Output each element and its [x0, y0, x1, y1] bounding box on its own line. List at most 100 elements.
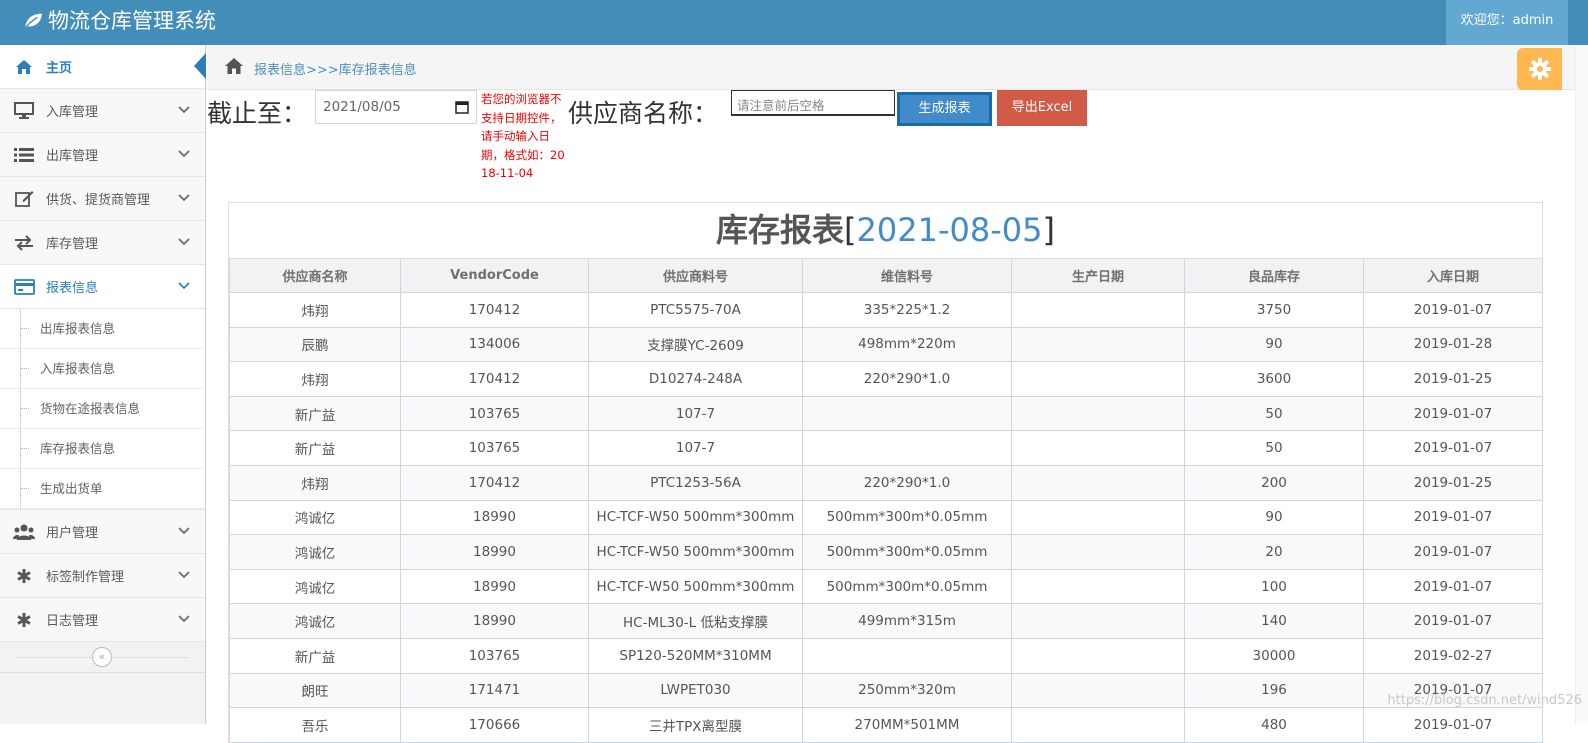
table-cell: 2019-01-25: [1363, 361, 1543, 397]
sidebar-item-supplier[interactable]: 供货、提货商管理: [0, 177, 205, 221]
submenu-item-in-transit-report[interactable]: 货物在途报表信息: [0, 389, 205, 429]
chevron-down-icon: [178, 571, 190, 579]
sidebar-item-label: 日志管理: [46, 614, 99, 629]
table-cell: 107-7: [588, 395, 803, 432]
table-cell: [1011, 326, 1185, 363]
leaf-icon: [24, 13, 42, 29]
sidebar-item-inventory[interactable]: 库存管理: [0, 221, 205, 265]
table-cell: 新广益: [229, 430, 401, 466]
table-cell: 2019-01-07: [1363, 603, 1543, 639]
page-scrollbar[interactable]: [1575, 45, 1588, 724]
sidebar-item-home[interactable]: 主页: [0, 45, 206, 89]
table-row: 鸿诚亿 18990 HC-TCF-W50 500mm*300mm 500mm*300m…: [229, 568, 1543, 605]
export-excel-button[interactable]: 导出Excel: [997, 90, 1087, 126]
table-cell: [1011, 361, 1185, 397]
table-cell: 30000: [1184, 637, 1364, 674]
table-row: 新广益 103765 SP120-520MM*310MM 30000 2019-02-2…: [229, 637, 1543, 674]
submenu-item-inventory-report[interactable]: 库存报表信息: [0, 429, 205, 469]
table-cell: 炜翔: [229, 292, 401, 328]
date-input[interactable]: 2021/08/05: [315, 90, 477, 124]
column-header: 入库日期: [1363, 259, 1543, 293]
table-cell: 2019-01-07: [1363, 707, 1543, 743]
list-icon: [13, 146, 35, 164]
date-input-value: 2021/08/05: [323, 99, 401, 115]
table-cell: 270MM*501MM: [802, 707, 1012, 743]
table-row: 朗旺 171471 LWPET030 250mm*320m 196 2019-01-07: [229, 672, 1543, 709]
table-cell: 200: [1184, 464, 1364, 501]
table-cell: 170412: [400, 464, 589, 501]
table-cell: [802, 430, 1012, 466]
table-cell: 100: [1184, 568, 1364, 605]
table-cell: 支撑膜YC-2609: [588, 326, 803, 363]
table-cell: [802, 637, 1012, 674]
desktop-icon: [13, 102, 35, 120]
table-cell: 171471: [400, 672, 589, 709]
report-title-bracket-close: ]: [1042, 211, 1055, 249]
date-label: 截止至：: [207, 99, 308, 128]
sidebar-item-logs[interactable]: 日志管理: [0, 598, 205, 642]
table-cell: 103765: [400, 395, 589, 432]
sidebar-item-label: 报表信息: [46, 281, 99, 296]
table-cell: PTC5575-70A: [588, 292, 803, 328]
table-cell: 3750: [1184, 292, 1364, 328]
submenu-item-shipping-order[interactable]: 生成出货单: [0, 469, 205, 509]
reports-submenu: 出库报表信息 入库报表信息 货物在途报表信息 库存报表信息 生成出货单: [0, 309, 205, 510]
table-cell: 250mm*320m: [802, 672, 1012, 709]
breadcrumb-path[interactable]: 报表信息>>>库存报表信息: [254, 59, 417, 78]
sidebar: 主页 入库管理 出库管理 供货、提货商管理 库存管理 报表信息 出库报表信息 入…: [0, 45, 206, 724]
sidebar-item-labels[interactable]: 标签制作管理: [0, 554, 205, 598]
top-navbar: 物流仓库管理系统 欢迎您：admin: [0, 0, 1588, 45]
home-icon[interactable]: [224, 57, 244, 75]
table-cell: HC-TCF-W50 500mm*300mm: [588, 534, 803, 570]
table-cell: 18990: [400, 568, 589, 605]
table-cell: 辰鹏: [229, 326, 401, 363]
sidebar-collapse-button[interactable]: «: [92, 647, 112, 667]
table-cell: [1011, 292, 1185, 328]
watermark: https://blog.csdn.net/wind526: [1387, 693, 1582, 708]
sidebar-item-reports[interactable]: 报表信息: [0, 265, 205, 309]
table-cell: 新广益: [229, 395, 401, 432]
table-cell: 498mm*220m: [802, 326, 1012, 363]
table-cell: 18990: [400, 534, 589, 570]
table-cell: 170666: [400, 707, 589, 743]
calendar-icon[interactable]: [455, 100, 469, 114]
vendor-label: 供应商名称：: [568, 99, 719, 128]
sidebar-collapse-bar: «: [0, 642, 205, 673]
table-cell: 3600: [1184, 361, 1364, 397]
column-header: 维信料号: [802, 259, 1012, 293]
sidebar-item-outbound[interactable]: 出库管理: [0, 133, 205, 177]
table-cell: 50: [1184, 395, 1364, 432]
table-cell: [1011, 464, 1185, 501]
table-cell: 炜翔: [229, 464, 401, 501]
sidebar-item-label: 供货、提货商管理: [46, 193, 151, 208]
table-cell: 103765: [400, 637, 589, 674]
submenu-item-outbound-report[interactable]: 出库报表信息: [0, 309, 205, 349]
sidebar-item-inbound[interactable]: 入库管理: [0, 89, 205, 133]
column-header: VendorCode: [400, 259, 589, 293]
settings-button[interactable]: [1517, 48, 1562, 90]
table-cell: 480: [1184, 707, 1364, 743]
table-row: 鸿诚亿 18990 HC-TCF-W50 500mm*300mm 500mm*300m…: [229, 499, 1543, 536]
table-cell: 鸿诚亿: [229, 603, 401, 639]
generate-report-button[interactable]: 生成报表: [897, 92, 992, 126]
app-brand[interactable]: 物流仓库管理系统: [22, 0, 216, 45]
vendor-name-input[interactable]: 请注意前后空格: [731, 90, 895, 116]
table-cell: 50: [1184, 430, 1364, 466]
submenu-item-inbound-report[interactable]: 入库报表信息: [0, 349, 205, 389]
table-cell: 90: [1184, 326, 1364, 363]
table-cell: 鸿诚亿: [229, 499, 401, 536]
user-welcome-menu[interactable]: 欢迎您：admin: [1446, 0, 1568, 45]
table-cell: [1011, 430, 1185, 466]
users-icon: [13, 523, 35, 541]
report-title: 库存报表[2021-08-05]: [229, 203, 1542, 259]
sidebar-item-users[interactable]: 用户管理: [0, 510, 205, 554]
table-row: 吾乐 170666 三井TPX离型膜 270MM*501MM 480 2019-01-07: [229, 707, 1543, 743]
table-cell: [1011, 637, 1185, 674]
table-cell: 鸿诚亿: [229, 568, 401, 605]
table-cell: [1011, 534, 1185, 570]
table-cell: [1011, 568, 1185, 605]
chevron-down-icon: [178, 194, 190, 202]
table-cell: 20: [1184, 534, 1364, 570]
table-cell: 220*290*1.0: [802, 361, 1012, 397]
table-cell: 鸿诚亿: [229, 534, 401, 570]
